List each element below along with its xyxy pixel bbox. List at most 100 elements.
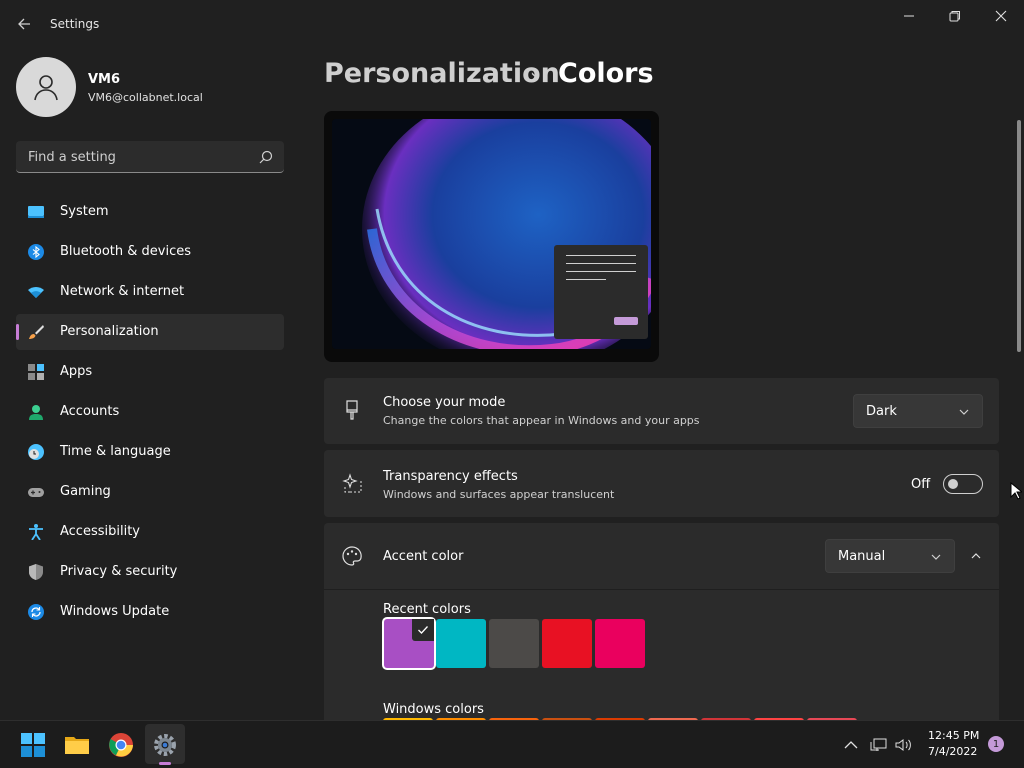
- close-button[interactable]: [978, 0, 1024, 32]
- sidebar-item-apps[interactable]: Apps: [16, 354, 284, 390]
- shield-icon: [29, 564, 43, 580]
- theme-preview: [324, 111, 659, 362]
- preview-wallpaper: [332, 119, 651, 349]
- user-email: VM6@collabnet.local: [88, 91, 203, 104]
- monitor-icon: [28, 206, 44, 218]
- sidebar-item-label: Privacy & security: [60, 564, 178, 579]
- sidebar-item-windows-update[interactable]: Windows Update: [16, 594, 284, 630]
- chevron-down-icon: [959, 409, 969, 415]
- search-box[interactable]: [16, 141, 284, 173]
- sidebar-item-label: Windows Update: [60, 604, 170, 619]
- restore-icon: [949, 11, 960, 22]
- sidebar-item-accessibility[interactable]: Accessibility: [16, 514, 284, 550]
- minimize-button[interactable]: [886, 0, 932, 32]
- bluetooth-icon: [28, 244, 44, 260]
- sidebar-item-label: Accounts: [60, 404, 120, 419]
- divider: [324, 589, 999, 590]
- clock-time[interactable]: 12:45 PM: [928, 729, 979, 742]
- sidebar-item-gaming[interactable]: Gaming: [16, 474, 284, 510]
- clock-date[interactable]: 7/4/2022: [928, 745, 977, 758]
- choose-mode-card: Choose your mode Change the colors that …: [324, 378, 999, 444]
- user-name: VM6: [88, 72, 121, 87]
- mode-dropdown[interactable]: Dark: [853, 394, 983, 428]
- transparency-title: Transparency effects: [383, 469, 518, 484]
- sidebar-nav: System Bluetooth & devices Network & int…: [16, 194, 284, 634]
- breadcrumb-separator: ›: [530, 64, 538, 88]
- checkmark-icon: [418, 626, 428, 634]
- sidebar-item-personalization[interactable]: Personalization: [16, 314, 284, 350]
- sidebar-item-label: Personalization: [60, 324, 159, 339]
- volume-icon[interactable]: [894, 736, 912, 754]
- sidebar-item-label: System: [60, 204, 109, 219]
- preview-line: [566, 263, 636, 264]
- accent-dropdown[interactable]: Manual: [825, 539, 955, 573]
- mouse-cursor-icon: [1010, 482, 1022, 500]
- search-icon: [259, 150, 273, 164]
- breadcrumb-parent[interactable]: Personalization: [324, 58, 560, 89]
- mode-value: Dark: [866, 404, 897, 419]
- accessibility-icon: [29, 524, 43, 540]
- toggle-knob: [948, 479, 958, 489]
- accent-collapse-button[interactable]: [960, 540, 992, 572]
- sidebar-item-bluetooth[interactable]: Bluetooth & devices: [16, 234, 284, 270]
- close-icon: [995, 10, 1007, 22]
- brush-icon: [29, 325, 44, 339]
- page-title: Colors: [558, 58, 654, 89]
- recent-colors-label: Recent colors: [383, 602, 471, 617]
- network-icon[interactable]: [870, 736, 888, 754]
- recent-color-swatch[interactable]: [489, 619, 539, 668]
- accent-value: Manual: [838, 549, 886, 564]
- mode-title: Choose your mode: [383, 395, 506, 410]
- back-button[interactable]: [10, 10, 38, 38]
- preview-window: [554, 245, 648, 339]
- chevron-up-icon[interactable]: [842, 736, 860, 754]
- transparency-state: Off: [911, 477, 931, 492]
- chevron-down-icon: [931, 554, 941, 560]
- sidebar-item-accounts[interactable]: Accounts: [16, 394, 284, 430]
- sidebar-item-label: Gaming: [60, 484, 111, 499]
- title-bar: [0, 0, 1024, 48]
- sparkle-icon: [342, 473, 362, 493]
- mode-subtitle: Change the colors that appear in Windows…: [383, 414, 700, 427]
- transparency-subtitle: Windows and surfaces appear translucent: [383, 488, 615, 501]
- apps-icon: [28, 364, 44, 380]
- clock-globe-icon: [28, 444, 44, 460]
- sidebar-item-label: Apps: [60, 364, 93, 379]
- person-icon: [29, 405, 43, 420]
- preview-line: [566, 279, 606, 280]
- back-arrow-icon: [18, 18, 30, 30]
- palette-icon: [342, 546, 362, 566]
- sidebar-item-network[interactable]: Network & internet: [16, 274, 284, 310]
- restore-button[interactable]: [932, 0, 978, 32]
- recent-color-swatch[interactable]: [542, 619, 592, 668]
- sidebar-item-label: Accessibility: [60, 524, 140, 539]
- recent-color-swatch[interactable]: [436, 619, 486, 668]
- chrome-icon[interactable]: [108, 732, 134, 758]
- preview-line: [566, 255, 636, 256]
- accent-title: Accent color: [383, 549, 464, 564]
- windows-colors-label: Windows colors: [383, 702, 484, 717]
- recent-color-swatch[interactable]: [595, 619, 645, 668]
- gamepad-icon: [28, 488, 44, 497]
- sidebar-item-time-language[interactable]: Time & language: [16, 434, 284, 470]
- scrollbar[interactable]: [1017, 120, 1021, 352]
- transparency-toggle[interactable]: [943, 474, 983, 494]
- wifi-icon: [28, 287, 44, 298]
- sidebar-item-label: Time & language: [60, 444, 171, 459]
- notification-badge[interactable]: 1: [988, 736, 1004, 752]
- recent-color-swatch[interactable]: [384, 619, 434, 668]
- paint-brush-icon: [346, 400, 358, 420]
- start-icon[interactable]: [20, 732, 46, 758]
- sidebar-item-privacy-security[interactable]: Privacy & security: [16, 554, 284, 590]
- chevron-up-icon: [971, 553, 981, 559]
- search-input[interactable]: [26, 141, 250, 173]
- settings-gear-icon: [154, 734, 176, 756]
- avatar[interactable]: [16, 57, 76, 117]
- file-explorer-icon[interactable]: [64, 732, 90, 758]
- preview-accent-button: [614, 317, 638, 325]
- sidebar-item-system[interactable]: System: [16, 194, 284, 230]
- update-icon: [28, 604, 44, 620]
- active-app-indicator: [159, 762, 171, 765]
- sidebar-item-label: Bluetooth & devices: [60, 244, 191, 259]
- preview-line: [566, 271, 636, 272]
